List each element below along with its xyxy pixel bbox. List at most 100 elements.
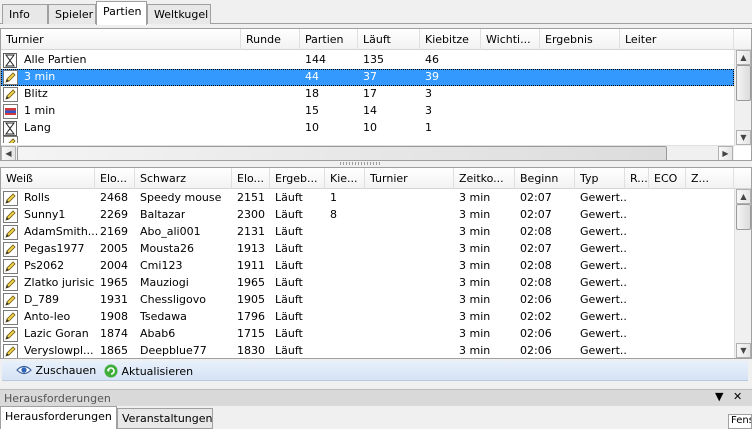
cell-elo_w: 2269 (100, 208, 128, 221)
col-kiebitze[interactable]: Kie... (325, 168, 365, 189)
dock-menu-icon[interactable]: ▼ (715, 390, 723, 403)
table-row[interactable]: D_789 1931 Chessligovo 1905 Läuft 3 min 02:06 G… (1, 292, 734, 309)
cell-white: Anto-leo (24, 310, 71, 323)
watch-button[interactable]: Zuschauen (12, 362, 100, 380)
tab-veranstaltungen[interactable]: Veranstaltungen (117, 408, 213, 429)
cell-elo_b: 1715 (237, 327, 265, 340)
cell-elo_b: 1830 (237, 344, 265, 357)
cell-kiebitze: 3 (425, 87, 432, 100)
col-kiebitze[interactable]: Kiebitze (420, 29, 481, 50)
cell-elo_b: 1965 (237, 276, 265, 289)
scroll-thumb[interactable] (17, 146, 667, 160)
cell-kib (325, 225, 330, 241)
col-typ[interactable]: Typ (575, 168, 625, 189)
table-row[interactable]: Pegas1977 2005 Mousta26 1913 Läuft 3 min 02:07… (1, 241, 734, 258)
table-row[interactable]: Zlatko jurisic 1965 Mauziogi 1965 Läuft 3 min… (1, 275, 734, 292)
table-row[interactable] (1, 135, 734, 143)
cell-result: Läuft (275, 276, 303, 289)
scroll-down-icon[interactable]: ▼ (736, 130, 751, 145)
cell-elo_w: 2169 (100, 225, 128, 238)
cell-white: Rolls (24, 191, 50, 204)
window-button[interactable]: Fens (728, 414, 752, 429)
table-row[interactable]: 3 min 44 37 39 (1, 69, 734, 86)
pencil-icon (3, 327, 19, 342)
cell-start: 02:08 (520, 225, 552, 238)
col-runde[interactable]: Runde (241, 29, 300, 50)
flag-icon (3, 104, 19, 119)
cell-start: 02:08 (520, 276, 552, 289)
table-row[interactable]: AdamSmith... 2169 Abo_ali001 2131 Läuft 3 min… (1, 224, 734, 241)
col-beginn[interactable]: Beginn (515, 168, 575, 189)
cell-type: Gewert.. (580, 225, 627, 238)
games-vscrollbar[interactable]: ▲ ▼ (734, 189, 751, 358)
pane-splitter[interactable] (340, 162, 380, 165)
table-row[interactable]: Anto-leo 1908 Tsedawa 1796 Läuft 3 min 02:02 Ge… (1, 309, 734, 326)
scroll-right-icon[interactable]: ▶ (718, 146, 733, 160)
cell-elo_b: 1913 (237, 242, 265, 255)
table-row[interactable]: Lazic Goran 1874 Abab6 1715 Läuft 3 min 02:06 G… (1, 326, 734, 343)
tab-weltkugel[interactable]: Weltkugel (147, 4, 211, 24)
col-ergebnis[interactable]: Ergebnis (540, 29, 620, 50)
table-row[interactable]: Sunny1 2269 Baltazar 2300 Läuft 8 3 min 02:07 Ge… (1, 207, 734, 224)
cell-time: 3 min (459, 242, 491, 255)
table-row[interactable]: Alle Partien 144 135 46 (1, 52, 734, 69)
cell-black: Deepblue77 (140, 344, 207, 357)
col-r[interactable]: R... (625, 168, 649, 189)
table-row[interactable]: Rolls 2468 Speedy mouse 2151 Läuft 1 3 min 02:0… (1, 190, 734, 207)
cell-white: Pegas1977 (24, 242, 85, 255)
cell-type: Gewert.. (580, 208, 627, 221)
table-row[interactable]: 1 min 15 14 3 (1, 103, 734, 120)
cell-type: Gewert.. (580, 276, 627, 289)
pencil-icon (3, 259, 19, 274)
scroll-thumb[interactable] (736, 204, 751, 230)
cell-white: Zlatko jurisic (24, 276, 95, 289)
table-row[interactable]: Veryslowpl... 1865 Deepblue77 1830 Läuft 3 mi… (1, 343, 734, 358)
cell-elo_w: 1931 (100, 293, 128, 306)
col-turnier[interactable]: Turnier (1, 29, 241, 50)
cell-kib: 8 (330, 208, 337, 221)
tab-spieler[interactable]: Spieler (48, 4, 96, 24)
col-wichtig[interactable]: Wichti... (481, 29, 540, 50)
tab-info[interactable]: Info (2, 4, 48, 24)
col-weiss[interactable]: Weiß (1, 168, 95, 189)
tournament-vscrollbar[interactable]: ▲ ▼ (734, 50, 751, 146)
tab-partien[interactable]: Partien (96, 1, 147, 25)
tab-herausforderungen[interactable]: Herausforderungen (0, 406, 117, 429)
scroll-thumb[interactable] (736, 65, 751, 101)
hourglass-icon (3, 53, 19, 68)
cell-time: 3 min (459, 344, 491, 357)
cell-white: Veryslowpl... (24, 344, 94, 357)
pencil-icon (3, 344, 19, 358)
col-eco[interactable]: ECO (649, 168, 686, 189)
cell-kib (325, 276, 330, 292)
cell-type: Gewert.. (580, 310, 627, 323)
tournament-hscrollbar[interactable]: ◀ ▶ (1, 145, 734, 160)
cell-elo_b: 2300 (237, 208, 265, 221)
col-laeuft[interactable]: Läuft (358, 29, 420, 50)
table-row[interactable]: Ps2062 2004 Cmi123 1911 Läuft 3 min 02:08 Gewer… (1, 258, 734, 275)
cell-elo_b: 1796 (237, 310, 265, 323)
close-icon[interactable]: ✕ (733, 390, 742, 403)
col-leiter[interactable]: Leiter (620, 29, 734, 50)
refresh-button[interactable]: Aktualisieren (100, 362, 197, 380)
col-zeitkontrolle[interactable]: Zeitko... (454, 168, 515, 189)
scroll-up-icon[interactable]: ▲ (736, 189, 751, 204)
col-z[interactable]: Z... (686, 168, 734, 189)
col-elo-white[interactable]: Elo... (95, 168, 135, 189)
scroll-left-icon[interactable]: ◀ (1, 146, 16, 160)
table-row[interactable]: Blitz 18 17 3 (1, 86, 734, 103)
cell-white: AdamSmith... (24, 225, 99, 238)
cell-name: Alle Partien (24, 53, 87, 66)
col-elo-black[interactable]: Elo... (232, 168, 270, 189)
col-partien[interactable]: Partien (300, 29, 358, 50)
col-turnier[interactable]: Turnier (365, 168, 454, 189)
cell-kib (325, 259, 330, 275)
cell-partien: 44 (305, 70, 319, 83)
cell-runde (241, 70, 246, 86)
col-schwarz[interactable]: Schwarz (135, 168, 232, 189)
scroll-down-icon[interactable]: ▼ (736, 343, 751, 358)
col-ergebnis[interactable]: Ergeb... (270, 168, 325, 189)
scroll-up-icon[interactable]: ▲ (736, 50, 751, 65)
cell-start: 02:06 (520, 293, 552, 306)
cell-elo_w: 2468 (100, 191, 128, 204)
